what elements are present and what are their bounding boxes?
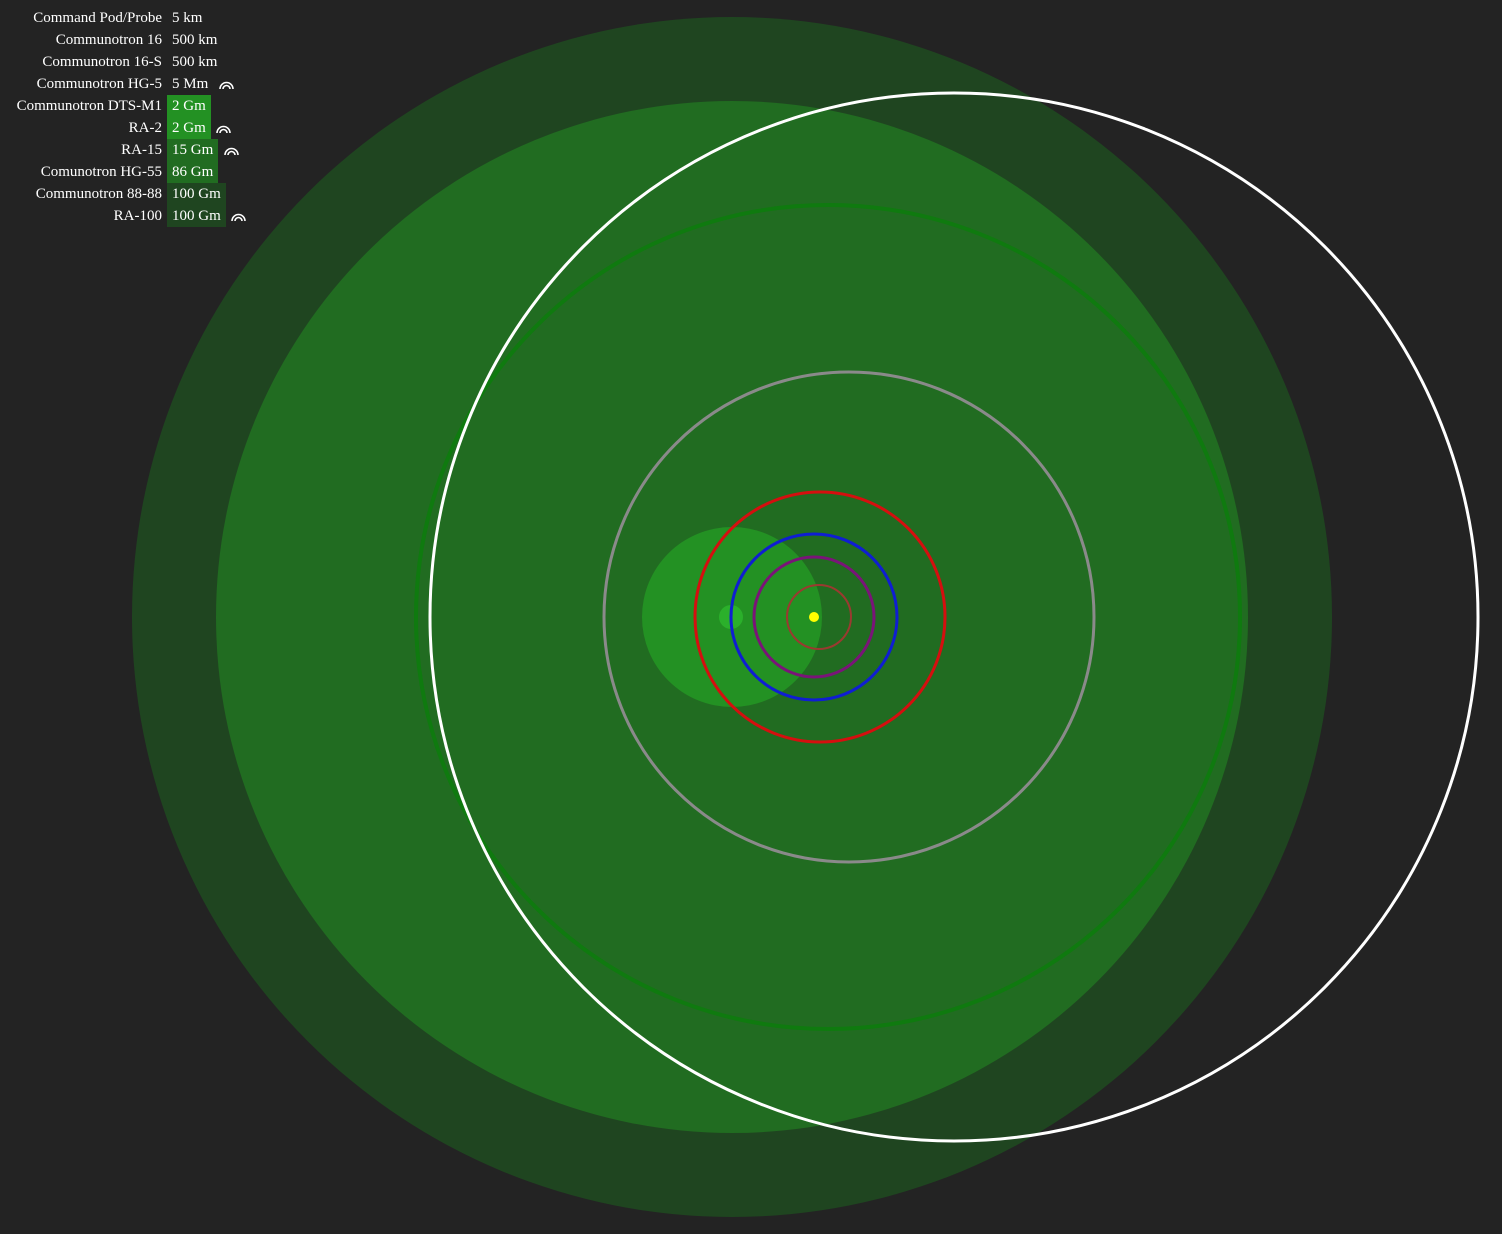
antenna-row[interactable]: RA-2 2 Gm bbox=[0, 117, 248, 139]
antenna-name: RA-15 bbox=[121, 142, 162, 158]
relay-antenna-icon bbox=[222, 139, 240, 161]
comm-range-map: Command Pod/Probe 5 km Communotron 16 50… bbox=[0, 0, 1502, 1234]
antenna-row[interactable]: RA-100 100 Gm bbox=[0, 205, 248, 227]
antenna-name: Communotron 16-S bbox=[42, 54, 162, 70]
antenna-row[interactable]: Comunotron HG-55 86 Gm bbox=[0, 161, 248, 183]
antenna-legend: Command Pod/Probe 5 km Communotron 16 50… bbox=[0, 7, 248, 227]
antenna-row[interactable]: Communotron HG-5 5 Mm bbox=[0, 73, 248, 95]
antenna-row[interactable]: RA-15 15 Gm bbox=[0, 139, 248, 161]
antenna-name: Command Pod/Probe bbox=[33, 10, 162, 26]
antenna-name: Communotron HG-5 bbox=[36, 76, 162, 92]
antenna-range: 86 Gm bbox=[167, 161, 219, 183]
antenna-row[interactable]: Command Pod/Probe 5 km bbox=[0, 7, 248, 29]
antenna-range: 500 km bbox=[172, 32, 218, 48]
antenna-range: 5 Mm bbox=[172, 76, 209, 92]
antenna-row[interactable]: Communotron 88-88 100 Gm bbox=[0, 183, 248, 205]
antenna-range: 2 Gm bbox=[167, 95, 211, 117]
antenna-row[interactable]: Communotron DTS-M1 2 Gm bbox=[0, 95, 248, 117]
relay-antenna-icon bbox=[217, 73, 235, 95]
antenna-name: Communotron 88-88 bbox=[35, 186, 162, 202]
antenna-name: RA-100 bbox=[113, 208, 162, 224]
antenna-name: Communotron 16 bbox=[55, 32, 162, 48]
antenna-name: Communotron DTS-M1 bbox=[16, 98, 162, 114]
antenna-range: 5 km bbox=[172, 10, 203, 26]
antenna-name: Comunotron HG-55 bbox=[40, 164, 162, 180]
antenna-range: 100 Gm bbox=[167, 183, 226, 205]
relay-antenna-icon bbox=[215, 117, 233, 139]
sun bbox=[809, 612, 819, 622]
antenna-row[interactable]: Communotron 16-S 500 km bbox=[0, 51, 248, 73]
antenna-range: 2 Gm bbox=[167, 117, 211, 139]
relay-antenna-icon bbox=[230, 205, 248, 227]
antenna-range: 500 km bbox=[172, 54, 218, 70]
antenna-row[interactable]: Communotron 16 500 km bbox=[0, 29, 248, 51]
antenna-name: RA-2 bbox=[128, 120, 162, 136]
antenna-range: 100 Gm bbox=[167, 205, 226, 227]
antenna-range: 15 Gm bbox=[167, 139, 219, 161]
